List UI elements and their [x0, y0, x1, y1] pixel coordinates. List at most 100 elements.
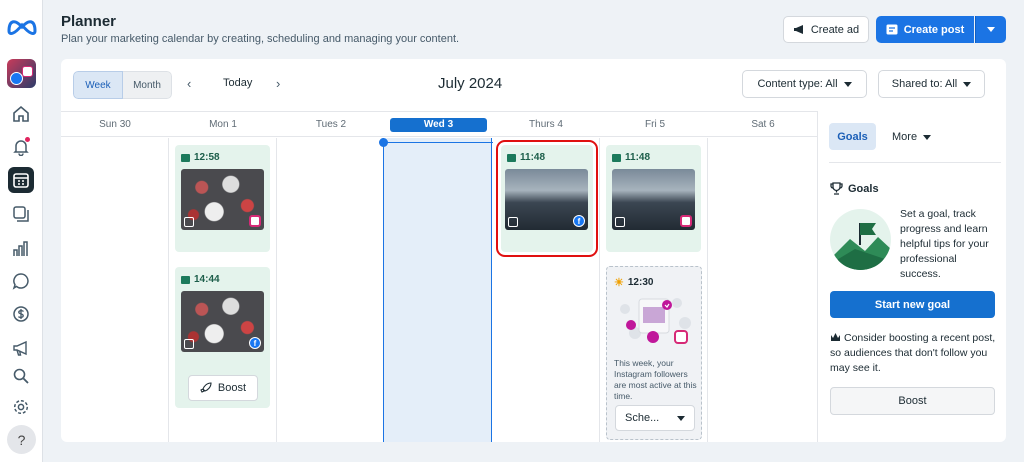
divider: [829, 162, 1001, 163]
post-note-icon: [181, 275, 190, 284]
engagement-illustration-icon: [620, 298, 691, 344]
tab-more-label: More: [892, 131, 918, 143]
today-button[interactable]: Today: [223, 77, 252, 89]
suggested-time: 12:30: [627, 277, 654, 288]
post-note-icon: [886, 24, 898, 35]
current-time-line: [384, 142, 493, 143]
chevron-down-icon: [987, 27, 995, 32]
day-header-fri: Fri 5: [645, 119, 665, 130]
facebook-icon: f: [573, 215, 585, 227]
post-thumbnail: f: [181, 291, 264, 352]
day-header-wed-today: Wed 3: [390, 118, 487, 132]
post-note-icon: [612, 153, 621, 162]
view-month-button[interactable]: Month: [123, 71, 172, 99]
rocket-icon: [200, 382, 212, 393]
day-header-sun: Sun 30: [99, 119, 131, 130]
column-divider: [599, 138, 600, 442]
shared-to-dropdown[interactable]: Shared to: All: [878, 70, 985, 98]
settings-gear-icon[interactable]: [8, 394, 34, 420]
suggested-time-card[interactable]: ☀ 12:30 This week, your Instagram followe…: [606, 266, 702, 440]
suggestion-text: This week, your Instagram followers are …: [614, 358, 697, 401]
post-thumbnail: f: [505, 169, 588, 230]
instagram-badge-icon: [22, 66, 33, 77]
post-thumbnail: [181, 169, 264, 230]
crown-icon: [831, 333, 840, 341]
tab-more[interactable]: More: [892, 131, 932, 143]
post-card-mon-1444[interactable]: 14:44 f Boost: [175, 267, 270, 408]
post-card-thu-1148[interactable]: 11:48 f: [496, 140, 598, 257]
help-question-icon[interactable]: ?: [7, 425, 36, 454]
sun-icon: ☀: [614, 277, 624, 289]
day-header-sat: Sat 6: [751, 119, 775, 130]
content-library-icon[interactable]: [8, 201, 34, 227]
post-card-fri-1148[interactable]: 11:48: [606, 145, 701, 252]
day-headers: Sun 30 Mon 1 Tues 2 Wed 3 Thurs 4 Fri 5 …: [61, 111, 817, 137]
trophy-icon: [830, 182, 843, 195]
post-time: 14:44: [194, 274, 220, 285]
day-header-thu: Thurs 4: [529, 119, 563, 130]
notifications-bell-icon[interactable]: [8, 134, 34, 160]
create-ad-button[interactable]: Create ad: [783, 16, 869, 43]
gallery-icon: [615, 217, 625, 227]
post-time: 11:48: [625, 152, 651, 163]
boost-post-button[interactable]: Boost: [830, 387, 995, 415]
create-post-label: Create post: [903, 23, 965, 36]
view-toggle: Week Month: [73, 71, 172, 99]
monetization-dollar-icon[interactable]: [8, 301, 34, 327]
boost-tip-label: Consider boosting a recent post, so audi…: [830, 332, 996, 374]
chevron-down-icon: [923, 134, 932, 140]
megaphone-icon: [793, 25, 803, 34]
boost-button[interactable]: Boost: [188, 375, 258, 401]
page-subtitle: Plan your marketing calendar by creating…: [61, 33, 460, 45]
flag-mountain-icon: [830, 223, 891, 270]
post-card-mon-1258[interactable]: 12:58: [175, 145, 270, 252]
column-divider: [276, 138, 277, 442]
planner-panel: Week Month ‹ Today › July 2024 Content t…: [61, 59, 1006, 442]
page-title: Planner: [61, 13, 117, 30]
boost-label: Boost: [217, 382, 247, 394]
tab-goals[interactable]: Goals: [829, 123, 876, 150]
content-type-label: Content type: All: [757, 78, 838, 90]
facebook-icon: f: [249, 337, 261, 349]
today-column[interactable]: [379, 138, 493, 442]
insights-chart-icon[interactable]: [8, 236, 34, 262]
month-title: July 2024: [438, 75, 503, 92]
post-thumbnail: [612, 169, 695, 230]
view-week-button[interactable]: Week: [73, 71, 123, 99]
day-header-tue: Tues 2: [315, 119, 347, 130]
goals-heading-text: Goals: [848, 182, 879, 195]
search-icon[interactable]: [8, 363, 34, 389]
column-divider: [168, 138, 169, 442]
instagram-icon: [249, 215, 261, 227]
chevron-down-icon: [677, 415, 685, 421]
account-avatar[interactable]: [7, 59, 36, 88]
current-time-marker: [379, 138, 388, 147]
inbox-chat-icon[interactable]: [8, 268, 34, 294]
post-time: 12:58: [194, 152, 220, 163]
gallery-icon: [184, 217, 194, 227]
planner-calendar-icon[interactable]: [8, 167, 34, 193]
boost-tip-text: Consider boosting a recent post, so audi…: [830, 331, 1000, 376]
create-post-options-button[interactable]: [975, 16, 1006, 43]
goals-side-panel: Goals More Goals Set a goal, track progr…: [817, 111, 1006, 442]
content-type-dropdown[interactable]: Content type: All: [742, 70, 867, 98]
goals-description: Set a goal, track progress and learn hel…: [900, 208, 989, 280]
chevron-down-icon: [843, 81, 852, 87]
post-time: 11:48: [520, 152, 546, 163]
post-note-icon: [507, 153, 516, 162]
gallery-icon: [184, 339, 194, 349]
start-new-goal-button[interactable]: Start new goal: [830, 291, 995, 318]
chevron-left-icon[interactable]: ‹: [187, 76, 191, 91]
instagram-icon: [680, 215, 692, 227]
goals-heading: Goals: [830, 182, 879, 195]
schedule-dropdown[interactable]: Sche...: [615, 405, 695, 431]
notification-dot: [25, 137, 30, 142]
column-divider: [707, 138, 708, 442]
create-ad-label: Create ad: [810, 23, 860, 36]
facebook-badge-icon: [10, 72, 23, 85]
meta-logo-icon[interactable]: [6, 16, 38, 40]
ads-megaphone-icon[interactable]: [8, 335, 34, 361]
create-post-button[interactable]: Create post: [876, 16, 974, 43]
home-icon[interactable]: [8, 101, 34, 127]
chevron-right-icon[interactable]: ›: [276, 76, 280, 91]
